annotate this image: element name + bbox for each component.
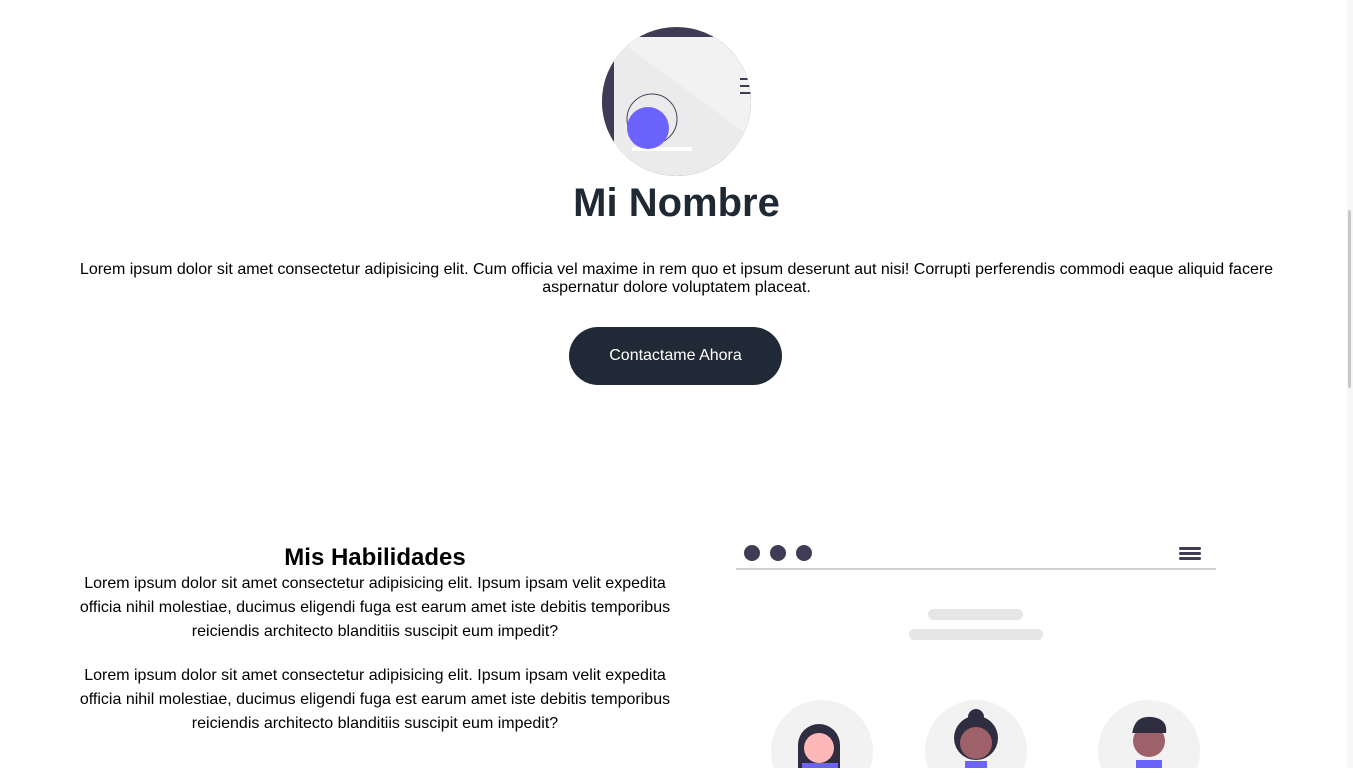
developer-illustration-icon bbox=[602, 27, 751, 176]
contact-button[interactable]: Contactame Ahora bbox=[569, 327, 782, 385]
skills-paragraph: Lorem ipsum dolor sit amet consectetur a… bbox=[79, 667, 671, 732]
page-title: Mi Nombre bbox=[573, 181, 780, 225]
skills-paragraph: Lorem ipsum dolor sit amet consectetur a… bbox=[79, 575, 671, 640]
portfolio-page: Mi Nombre Lorem ipsum dolor sit amet con… bbox=[0, 0, 1353, 773]
skills-illustration bbox=[736, 535, 1216, 773]
hero-description: Lorem ipsum dolor sit amet consectetur a… bbox=[79, 261, 1274, 296]
team-profiles-illustration-icon bbox=[736, 545, 1216, 773]
skills-title: Mis Habilidades bbox=[284, 544, 466, 571]
avatar bbox=[602, 27, 751, 176]
scrollbar-thumb[interactable] bbox=[1348, 210, 1351, 388]
page-scrollbar[interactable] bbox=[1347, 0, 1353, 768]
